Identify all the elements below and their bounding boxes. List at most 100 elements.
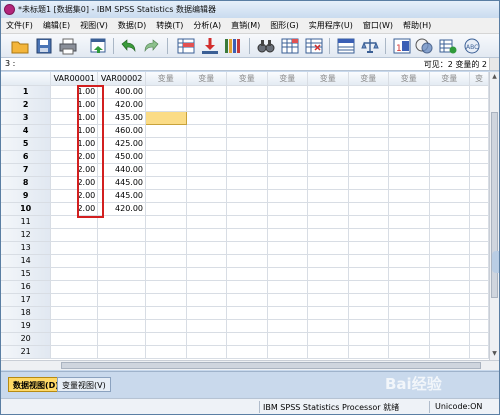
empty-cell[interactable] (226, 267, 268, 281)
cell-reference[interactable]: 3 : (5, 59, 15, 68)
column-header-empty[interactable]: 变量 (307, 72, 349, 86)
empty-cell[interactable] (388, 228, 430, 242)
row-number[interactable]: 9 (1, 189, 52, 203)
goto-case-icon[interactable] (177, 37, 195, 55)
empty-cell[interactable] (307, 163, 349, 177)
empty-cell[interactable] (226, 293, 268, 307)
empty-cell[interactable] (348, 111, 390, 125)
empty-cell[interactable] (145, 267, 187, 281)
empty-cell[interactable] (226, 280, 268, 294)
row-number[interactable]: 14 (1, 254, 52, 268)
empty-cell[interactable] (469, 332, 489, 346)
menu-analyze[interactable]: 分析(A) (188, 20, 226, 31)
empty-cell[interactable] (267, 85, 309, 99)
cell-var00001[interactable]: 2.00 (50, 202, 99, 216)
empty-cell[interactable] (469, 137, 489, 151)
empty-cell[interactable] (226, 228, 268, 242)
empty-cell[interactable] (388, 163, 430, 177)
empty-cell[interactable] (469, 202, 489, 216)
empty-cell[interactable] (388, 293, 430, 307)
empty-cell[interactable] (267, 306, 309, 320)
empty-cell[interactable] (469, 241, 489, 255)
empty-cell[interactable] (186, 176, 228, 190)
cell-var00002[interactable]: 460.00 (97, 124, 147, 138)
use-sets-icon[interactable] (439, 37, 457, 55)
empty-cell[interactable] (388, 189, 430, 203)
empty-cell[interactable] (145, 176, 187, 190)
empty-cell[interactable] (145, 202, 187, 216)
cell-var00002[interactable]: 400.00 (97, 85, 147, 99)
empty-cell[interactable] (186, 332, 228, 346)
empty-cell[interactable] (145, 306, 187, 320)
cell-var00002[interactable]: 445.00 (97, 189, 147, 203)
open-folder-icon[interactable] (11, 37, 29, 55)
empty-cell[interactable] (469, 215, 489, 229)
row-number[interactable]: 15 (1, 267, 52, 281)
empty-cell[interactable] (388, 98, 430, 112)
cell-var00002[interactable]: 445.00 (97, 176, 147, 190)
empty-cell[interactable] (469, 306, 489, 320)
empty-cell[interactable] (388, 306, 430, 320)
column-header-empty[interactable]: 变量 (348, 72, 390, 86)
empty-cell[interactable] (145, 98, 187, 112)
empty-cell[interactable] (429, 332, 471, 346)
cell-var00001[interactable]: 2.00 (50, 176, 99, 190)
empty-cell[interactable] (267, 124, 309, 138)
empty-cell[interactable] (186, 228, 228, 242)
empty-cell[interactable] (388, 124, 430, 138)
empty-cell[interactable] (226, 332, 268, 346)
empty-cell[interactable] (469, 280, 489, 294)
empty-cell[interactable] (348, 280, 390, 294)
empty-cell[interactable] (226, 306, 268, 320)
empty-cell[interactable] (429, 150, 471, 164)
empty-cell[interactable] (186, 345, 228, 359)
empty-cell[interactable] (469, 345, 489, 359)
select-cases-icon[interactable]: 1 (393, 37, 411, 55)
empty-cell[interactable] (429, 215, 471, 229)
empty-cell[interactable] (348, 202, 390, 216)
empty-cell[interactable] (226, 189, 268, 203)
tab-data-view[interactable]: 数据视图(D) (8, 377, 64, 392)
empty-cell[interactable] (307, 319, 349, 333)
empty-cell[interactable] (186, 241, 228, 255)
empty-cell[interactable] (348, 189, 390, 203)
side-panel-handle[interactable] (492, 251, 499, 273)
cell-var00001[interactable]: 2.00 (50, 189, 99, 203)
empty-cell[interactable] (226, 85, 268, 99)
row-number[interactable]: 18 (1, 306, 52, 320)
cell-var00001[interactable]: 2.00 (50, 163, 99, 177)
menu-data[interactable]: 数据(D) (113, 20, 151, 31)
cell-var00002[interactable] (97, 228, 147, 242)
empty-cell[interactable] (429, 293, 471, 307)
empty-cell[interactable] (429, 202, 471, 216)
cell-var00001[interactable] (50, 332, 99, 346)
empty-cell[interactable] (388, 215, 430, 229)
empty-cell[interactable] (429, 111, 471, 125)
empty-cell[interactable] (186, 137, 228, 151)
empty-cell[interactable] (429, 228, 471, 242)
empty-cell[interactable] (348, 306, 390, 320)
empty-cell[interactable] (226, 163, 268, 177)
cell-var00001[interactable] (50, 293, 99, 307)
empty-cell[interactable] (429, 98, 471, 112)
row-number[interactable]: 3 (1, 111, 52, 125)
empty-cell[interactable] (307, 345, 349, 359)
empty-cell[interactable] (388, 85, 430, 99)
cell-var00001[interactable] (50, 345, 99, 359)
empty-cell[interactable] (307, 124, 349, 138)
empty-cell[interactable] (469, 176, 489, 190)
horizontal-scrollbar[interactable] (1, 360, 499, 370)
empty-cell[interactable] (145, 215, 187, 229)
column-header-empty[interactable]: 变量 (186, 72, 228, 86)
menu-transform[interactable]: 转换(T) (151, 20, 188, 31)
scroll-up-icon[interactable]: ▲ (491, 73, 498, 82)
empty-cell[interactable] (267, 189, 309, 203)
empty-cell[interactable] (348, 293, 390, 307)
empty-cell[interactable] (307, 85, 349, 99)
empty-cell[interactable] (388, 202, 430, 216)
empty-cell[interactable] (307, 202, 349, 216)
column-header-empty[interactable]: 变量 (388, 72, 430, 86)
row-number[interactable]: 16 (1, 280, 52, 294)
empty-cell[interactable] (267, 254, 309, 268)
menu-help[interactable]: 帮助(H) (398, 20, 436, 31)
